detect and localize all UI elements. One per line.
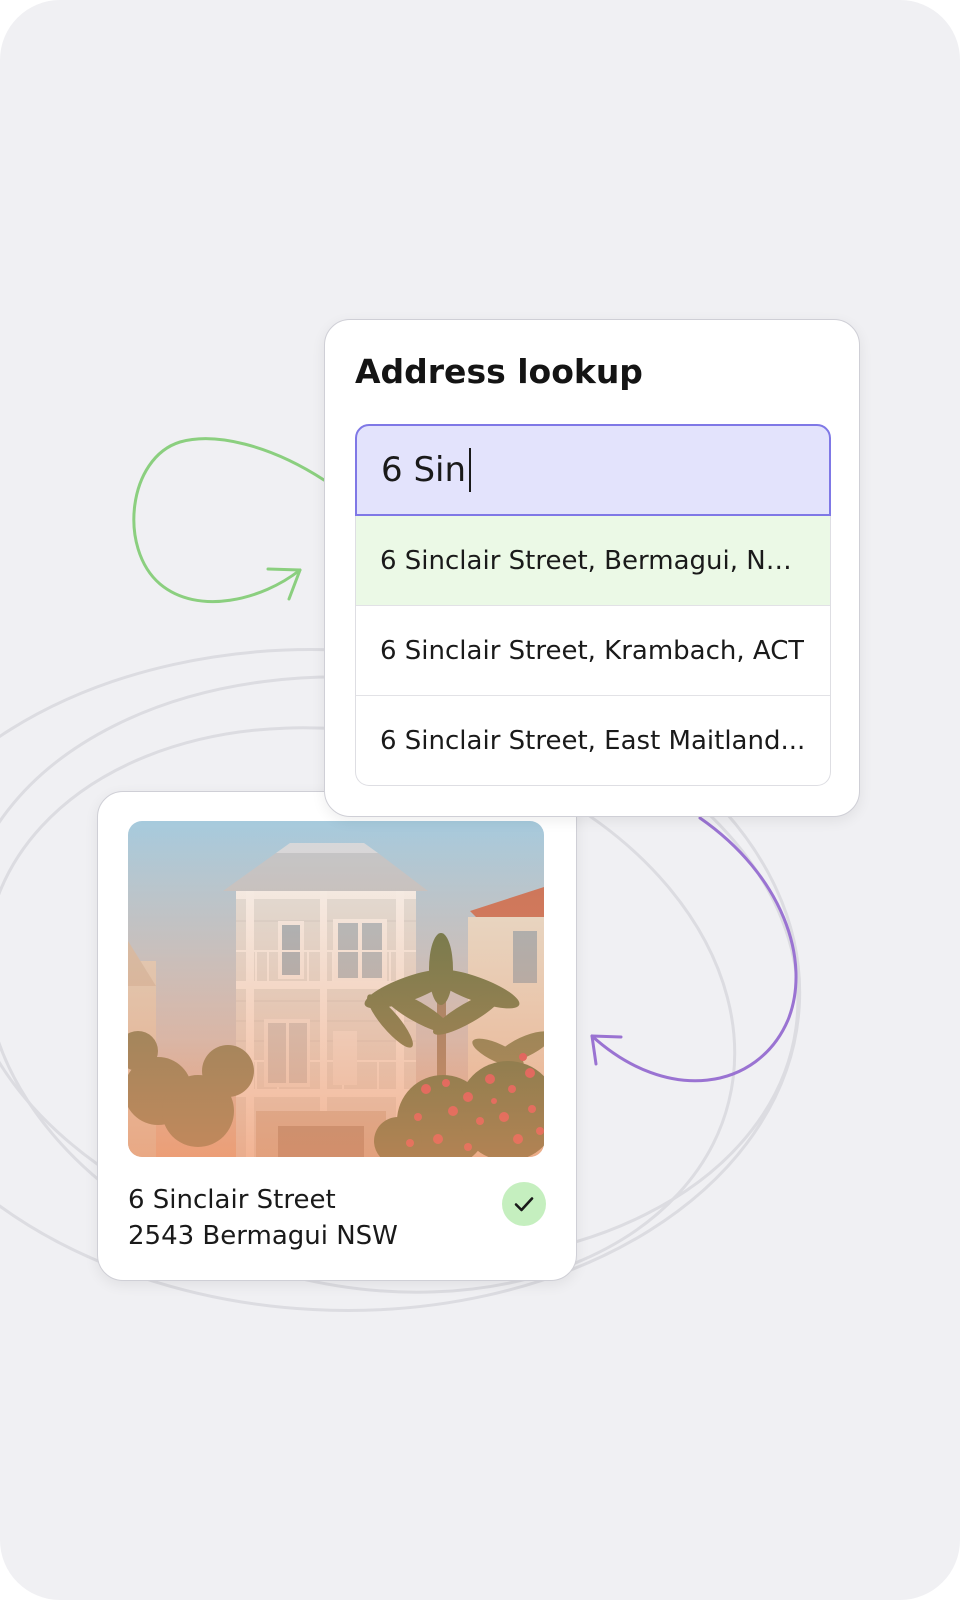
property-card[interactable]: 6 Sinclair Street 2543 Bermagui NSW [97, 791, 577, 1281]
suggestion-label: 6 Sinclair Street, Bermagui, NSW [380, 545, 806, 576]
address-search-input[interactable]: 6 Sin [355, 424, 831, 516]
property-address: 6 Sinclair Street 2543 Bermagui NSW [128, 1182, 398, 1254]
text-caret [469, 448, 472, 492]
green-arrow-icon [132, 437, 326, 604]
suggestion-label: 6 Sinclair Street, East Maitland... [380, 726, 806, 756]
purple-arrow-icon [590, 816, 798, 1083]
search-input-value: 6 Sin [381, 450, 467, 490]
suggestion-list: 6 Sinclair Street, Bermagui, NSW 6 Sincl… [355, 516, 831, 786]
canvas: 6 Sinclair Street 2543 Bermagui NSW Addr… [0, 0, 960, 1600]
address-lookup-card: Address lookup 6 Sin 6 Sinclair Street, … [324, 319, 860, 817]
address-street: 6 Sinclair Street [128, 1185, 336, 1215]
suggestion-item[interactable]: 6 Sinclair Street, East Maitland... [356, 696, 830, 785]
suggestion-item[interactable]: 6 Sinclair Street, Krambach, ACT [356, 606, 830, 696]
property-photo [128, 821, 544, 1157]
lookup-title: Address lookup [355, 352, 643, 391]
suggestion-item[interactable]: 6 Sinclair Street, Bermagui, NSW [356, 516, 830, 606]
beach-house-image [128, 821, 544, 1157]
suggestion-label: 6 Sinclair Street, Krambach, ACT [380, 635, 805, 666]
verified-badge [502, 1182, 546, 1226]
check-icon [514, 1197, 534, 1212]
address-locality: 2543 Bermagui NSW [128, 1221, 398, 1251]
